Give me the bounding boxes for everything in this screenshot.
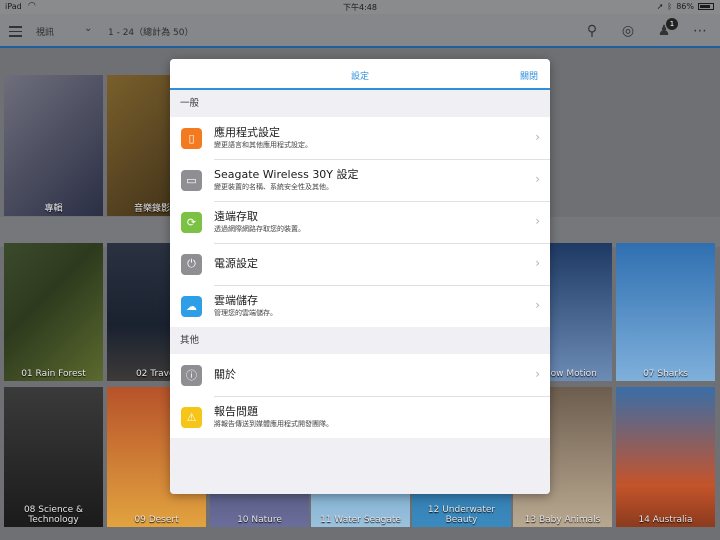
- info-icon: ⓘ: [181, 364, 202, 386]
- menu-icon[interactable]: [9, 26, 22, 37]
- modal-empty-area: [170, 438, 550, 494]
- modal-header: 設定 關閉: [170, 59, 550, 90]
- section-header-general: 一般: [170, 90, 550, 117]
- media-tile[interactable]: 14 Australia: [616, 387, 715, 527]
- cloud-icon: ☁: [181, 295, 202, 317]
- battery-icon: [698, 3, 714, 10]
- section-header-other: 其他: [170, 327, 550, 354]
- device-settings-item[interactable]: ▭ Seagate Wireless 30Y 設定 變更裝置的名稱、系統安全性及…: [170, 159, 550, 201]
- chevron-right-icon: ›: [535, 214, 540, 228]
- clock: 下午4:48: [343, 3, 377, 12]
- battery-percent: 86%: [676, 2, 694, 11]
- close-button[interactable]: 關閉: [520, 69, 538, 82]
- remote-access-item[interactable]: ⟳ 遠端存取 透過網際網路存取您的裝置。 ›: [170, 201, 550, 243]
- location-icon: ➚: [656, 2, 664, 11]
- chevron-right-icon: ›: [535, 298, 540, 312]
- item-subtitle: 變更語言和其他應用程式設定。: [214, 141, 312, 149]
- search-icon[interactable]: ⚲: [582, 21, 602, 41]
- chevron-right-icon: ›: [535, 172, 540, 186]
- media-tile[interactable]: 07 Sharks: [616, 243, 715, 381]
- remote-access-icon: ⟳: [181, 211, 202, 233]
- notification-bell-icon[interactable]: ♟ 1: [654, 18, 678, 41]
- item-title: Seagate Wireless 30Y 設定: [214, 168, 359, 181]
- cloud-storage-item[interactable]: ☁ 雲端儲存 管理您的雲端儲存。 ›: [170, 285, 550, 327]
- media-tile[interactable]: 01 Rain Forest: [4, 243, 103, 381]
- about-item[interactable]: ⓘ 關於 ›: [170, 354, 550, 396]
- item-title: 報告問題: [214, 405, 258, 418]
- modal-title: 設定: [350, 72, 369, 82]
- app-toolbar: 視訊 ⌄ 1 - 24（總計為 50） ⚲ ◎ ♟ 1 ⋯: [0, 14, 720, 48]
- item-range: 1 - 24（總計為 50）: [108, 28, 194, 38]
- chevron-down-icon[interactable]: ⌄: [84, 23, 92, 34]
- item-title: 應用程式設定: [214, 126, 280, 139]
- item-subtitle: 將報告傳送到媒體應用程式開發團隊。: [214, 420, 333, 428]
- other-settings-list: ⓘ 關於 › ⚠ 報告問題 將報告傳送到媒體應用程式開發團隊。: [170, 354, 550, 438]
- status-bar: iPad ◠ 下午4:48 ➚ ᛒ 86%: [0, 0, 720, 14]
- notification-badge: 1: [666, 18, 678, 30]
- power-icon: ⏻: [181, 253, 202, 275]
- media-tile[interactable]: 08 Science & Technology: [4, 387, 103, 527]
- item-subtitle: 變更裝置的名稱、系統安全性及其他。: [214, 183, 333, 191]
- item-title: 電源設定: [214, 257, 258, 270]
- category-selector[interactable]: 視訊: [36, 25, 54, 38]
- power-settings-item[interactable]: ⏻ 電源設定 ›: [170, 243, 550, 285]
- app-settings-item[interactable]: ▯ 應用程式設定 變更語言和其他應用程式設定。 ›: [170, 117, 550, 159]
- report-problem-item[interactable]: ⚠ 報告問題 將報告傳送到媒體應用程式開發團隊。: [170, 396, 550, 438]
- item-subtitle: 管理您的雲端儲存。: [214, 309, 277, 317]
- warning-icon: ⚠: [181, 406, 202, 428]
- item-subtitle: 透過網際網路存取您的裝置。: [214, 225, 305, 233]
- status-right: ➚ ᛒ 86%: [657, 2, 714, 11]
- drive-icon: ▭: [181, 169, 202, 191]
- select-check-icon[interactable]: ◎: [618, 21, 638, 41]
- settings-modal: 設定 關閉 一般 ▯ 應用程式設定 變更語言和其他應用程式設定。 › ▭ Sea…: [170, 59, 550, 494]
- bluetooth-icon: ᛒ: [667, 2, 673, 11]
- chevron-right-icon: ›: [535, 130, 540, 144]
- phone-icon: ▯: [181, 127, 202, 149]
- general-settings-list: ▯ 應用程式設定 變更語言和其他應用程式設定。 › ▭ Seagate Wire…: [170, 117, 550, 327]
- media-tile[interactable]: 專輯: [4, 75, 103, 216]
- chevron-right-icon: ›: [535, 256, 540, 270]
- chevron-right-icon: ›: [535, 367, 540, 381]
- more-icon[interactable]: ⋯: [690, 21, 710, 41]
- battery-fill: [700, 5, 711, 8]
- item-title: 遠端存取: [214, 210, 258, 223]
- item-title: 雲端儲存: [214, 294, 258, 307]
- item-title: 關於: [214, 368, 236, 381]
